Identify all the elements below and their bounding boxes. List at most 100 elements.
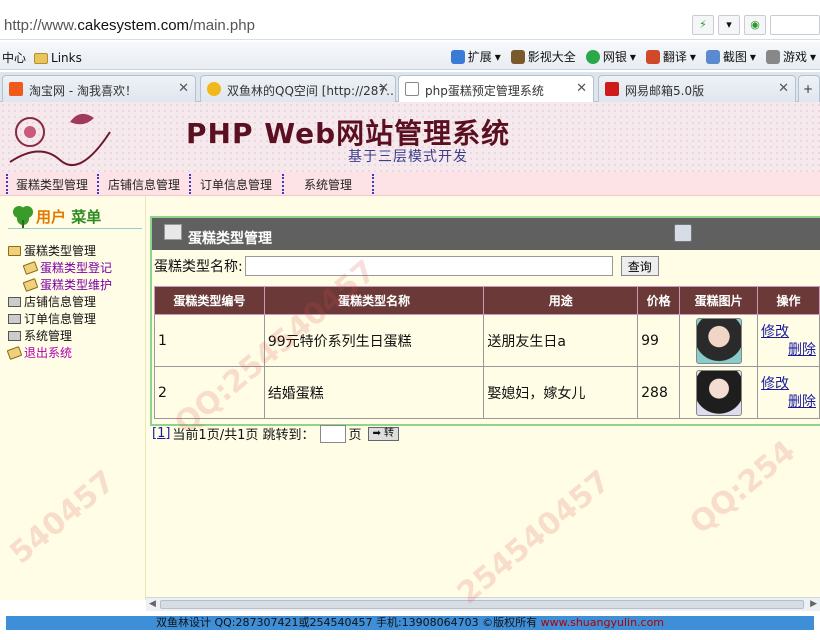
pagination: [1] 当前1页/共1页 跳转到： 页 ➡ 转 xyxy=(152,424,400,443)
cell-use: 送朋友生日a xyxy=(483,314,639,367)
cake-type-table: 蛋糕类型编号 蛋糕类型名称 用途 价格 蛋糕图片 操作 1 99元特价系列生日蛋… xyxy=(154,286,820,419)
lightning-icon[interactable]: ⚡ xyxy=(692,15,714,35)
bank-icon xyxy=(585,49,600,64)
sidebar-item-cake-type[interactable]: 蛋糕类型管理 xyxy=(8,242,96,259)
jump-page-input[interactable] xyxy=(320,424,347,443)
nav-store-info[interactable]: 店铺信息管理 xyxy=(108,176,180,193)
sidebar-item-logout[interactable]: 退出系统 xyxy=(6,344,72,361)
cell-actions: 修改 删除 xyxy=(757,314,820,367)
folder-icon xyxy=(34,52,49,64)
extensions-icon xyxy=(450,49,465,64)
tab-strip: 淘宝网 - 淘我喜欢！ ✕ 双鱼林的QQ空间 [http://287… ✕ ph… xyxy=(0,72,820,103)
cell-image xyxy=(679,366,759,419)
sidebar-item-order-info[interactable]: 订单信息管理 xyxy=(8,310,96,327)
sidebar-item-system[interactable]: 系统管理 xyxy=(8,327,72,344)
toolbar-screenshot[interactable]: 截图 ▾ xyxy=(705,48,756,65)
search-row: 蛋糕类型名称: 查询 xyxy=(154,256,659,276)
delete-link[interactable]: 删除 xyxy=(761,393,816,411)
cell-price: 99 xyxy=(637,314,681,367)
search-engine-icon[interactable]: ◉ xyxy=(744,15,766,35)
search-label: 蛋糕类型名称: xyxy=(154,259,243,275)
cell-use: 娶媳妇，嫁女儿 xyxy=(483,366,639,419)
book-icon xyxy=(22,277,39,292)
sidebar-item-cake-type-maintain[interactable]: 蛋糕类型维护 xyxy=(22,276,112,293)
book-icon xyxy=(22,260,39,275)
col-id: 蛋糕类型编号 xyxy=(154,286,265,315)
toolbar-bank[interactable]: 网银 ▾ xyxy=(585,48,636,65)
cell-name: 99元特价系列生日蛋糕 xyxy=(263,314,485,367)
close-icon[interactable]: ✕ xyxy=(576,81,587,96)
tab-qzone[interactable]: 双鱼林的QQ空间 [http://287… ✕ xyxy=(200,75,396,102)
search-box[interactable] xyxy=(770,15,820,35)
col-price: 价格 xyxy=(637,286,681,315)
query-button[interactable]: 查询 xyxy=(620,256,659,276)
video-icon xyxy=(510,49,525,64)
col-use: 用途 xyxy=(483,286,639,315)
flower-decoration-icon xyxy=(9,113,111,166)
close-icon[interactable]: ✕ xyxy=(178,81,189,96)
cell-name: 结婚蛋糕 xyxy=(263,366,485,419)
toolbar-extensions[interactable]: 扩展 ▾ xyxy=(450,48,501,65)
site-banner: PHP Web网站管理系统 基于三层模式开发 xyxy=(0,102,820,172)
address-bar[interactable]: http://www.cakesystem.com/main.php ⚡ ▾ ◉ xyxy=(0,12,820,40)
tab-163-mail[interactable]: 网易邮箱5.0版 ✕ xyxy=(598,75,796,102)
sidebar-item-cake-type-add[interactable]: 蛋糕类型登记 xyxy=(22,259,112,276)
dropdown-icon[interactable]: ▾ xyxy=(718,15,740,35)
table-row: 2 结婚蛋糕 娶媳妇，嫁女儿 288 修改 删除 xyxy=(154,366,820,419)
sidebar-item-store-info[interactable]: 店铺信息管理 xyxy=(8,293,96,310)
books-icon xyxy=(8,296,21,307)
bookmark-links[interactable]: Links xyxy=(34,51,82,65)
tab-cake-system[interactable]: php蛋糕预定管理系统 ✕ xyxy=(398,75,594,103)
page-link[interactable]: [1] xyxy=(152,426,170,441)
delete-link[interactable]: 删除 xyxy=(761,341,816,359)
folder-open-icon xyxy=(8,245,21,256)
go-button[interactable]: ➡ 转 xyxy=(367,426,400,441)
bookmark-center[interactable]: 中心 xyxy=(2,49,26,66)
cake-type-name-input[interactable] xyxy=(244,256,613,276)
nav-system[interactable]: 系统管理 xyxy=(304,176,352,193)
footer-site-link[interactable]: www.shuangyulin.com xyxy=(541,616,664,629)
horizontal-scrollbar[interactable]: ◀ ▶ xyxy=(146,597,820,611)
sidebar: 用户 菜单 蛋糕类型管理 蛋糕类型登记 蛋糕类型维护 店铺信息管理 订单信息管理… xyxy=(0,196,146,600)
nav-order-info[interactable]: 订单信息管理 xyxy=(200,176,272,193)
main-content: 蛋糕类型管理 蛋糕类型名称: 查询 蛋糕类型编号 蛋糕类型名称 用途 价格 蛋糕… xyxy=(146,196,820,600)
cake-photo xyxy=(695,317,742,364)
scrollbar-thumb[interactable] xyxy=(160,600,804,609)
edit-link[interactable]: 修改 xyxy=(761,375,816,393)
cake-photo xyxy=(695,369,742,416)
table-row: 1 99元特价系列生日蛋糕 送朋友生日a 99 修改 删除 xyxy=(154,314,820,367)
scroll-left-icon[interactable]: ◀ xyxy=(149,599,156,609)
toolbar-translate[interactable]: 翻译 ▾ xyxy=(645,48,696,65)
page-unit: 页 xyxy=(348,428,362,443)
mail-icon xyxy=(605,82,619,96)
tab-taobao[interactable]: 淘宝网 - 淘我喜欢！ ✕ xyxy=(2,75,196,102)
close-icon[interactable]: ✕ xyxy=(778,81,789,96)
page-icon xyxy=(405,82,419,96)
star-icon xyxy=(207,82,221,96)
cell-price: 288 xyxy=(637,366,681,419)
col-actions: 操作 xyxy=(757,286,820,315)
url-text[interactable]: http://www.cakesystem.com/main.php xyxy=(4,17,255,34)
close-icon[interactable]: ✕ xyxy=(378,81,389,96)
new-tab-button[interactable]: + xyxy=(798,75,820,102)
book-icon xyxy=(6,345,23,360)
col-name: 蛋糕类型名称 xyxy=(263,286,485,315)
nav-cake-type[interactable]: 蛋糕类型管理 xyxy=(16,176,88,193)
cell-image xyxy=(679,314,759,367)
toolbar-games[interactable]: 游戏 ▾ xyxy=(765,48,816,65)
panel-title: 蛋糕类型管理 xyxy=(188,231,272,247)
edit-link[interactable]: 修改 xyxy=(761,323,816,341)
books-icon xyxy=(8,313,21,324)
cell-actions: 修改 删除 xyxy=(757,366,820,419)
edit-icon xyxy=(164,224,182,240)
scroll-right-icon[interactable]: ▶ xyxy=(810,599,817,609)
toolbar-video[interactable]: 影视大全 xyxy=(510,48,576,65)
page-info: 当前1页/共1页 跳转到： xyxy=(172,428,315,443)
cell-id: 2 xyxy=(154,366,265,419)
site-footer: 双鱼林设计 QQ:287307421或254540457 手机:13908064… xyxy=(6,616,814,630)
bookmarks-bar: 中心 Links 扩展 ▾ 影视大全 网银 ▾ 翻译 ▾ 截图 ▾ 游戏 ▾ xyxy=(0,42,820,70)
clover-icon xyxy=(13,206,33,228)
printer-icon[interactable] xyxy=(674,224,692,242)
cell-id: 1 xyxy=(154,314,265,367)
gamepad-icon xyxy=(765,49,780,64)
